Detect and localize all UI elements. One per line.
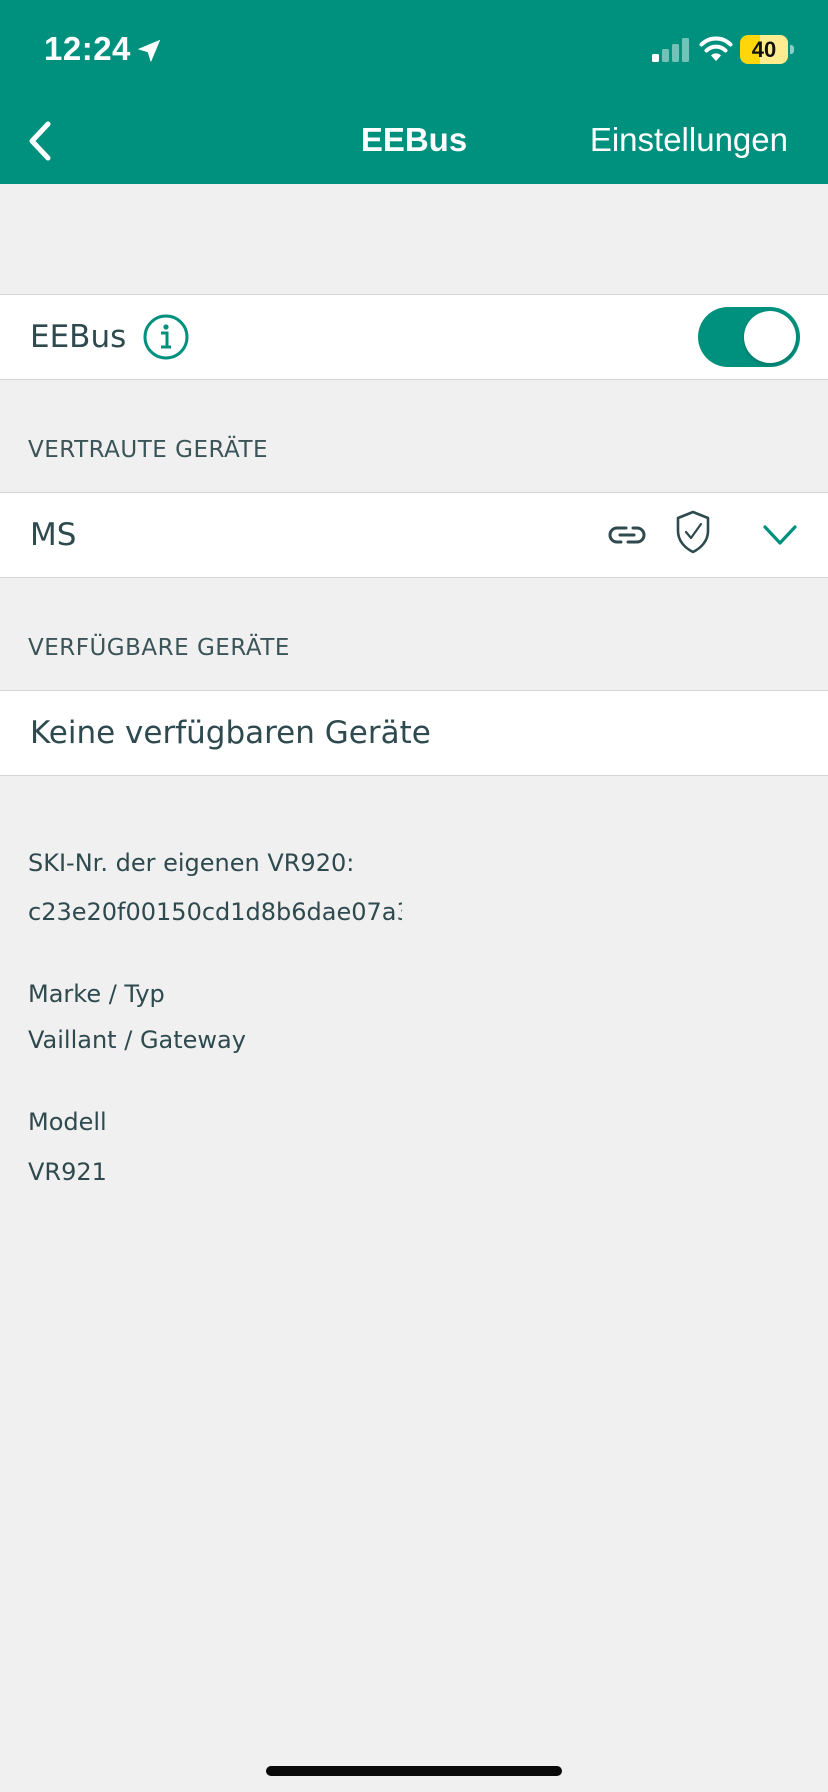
shield-check-icon[interactable] <box>674 509 712 555</box>
battery-cap <box>790 45 794 54</box>
app-header: 12:24 40 EEBus Einstellungen <box>0 0 828 184</box>
available-devices-header: VERFÜGBARE GERÄTE <box>28 635 290 661</box>
trusted-device-row[interactable]: MS <box>0 492 828 578</box>
chevron-down-icon[interactable] <box>760 519 800 551</box>
no-devices-text: Keine verfügbaren Geräte <box>30 715 431 751</box>
eebus-toggle[interactable] <box>698 307 800 367</box>
brand-label: Marke / Typ <box>28 980 165 1008</box>
info-icon[interactable] <box>142 313 190 361</box>
trusted-devices-header: VERTRAUTE GERÄTE <box>28 437 269 463</box>
battery-icon: 40 <box>740 35 796 64</box>
ski-label: SKI-Nr. der eigenen VR920: <box>28 849 355 877</box>
back-button[interactable] <box>20 116 60 166</box>
status-time: 12:24 <box>44 30 131 67</box>
battery-body: 40 <box>740 35 788 64</box>
eebus-label: EEBus <box>30 319 127 355</box>
wifi-icon <box>699 36 733 61</box>
ski-value: c23e20f00150cd1d8b6dae07a32 <box>28 898 402 926</box>
battery-level: 40 <box>751 37 777 62</box>
page-title: EEBus <box>360 121 468 158</box>
model-label: Modell <box>28 1108 107 1136</box>
location-arrow-icon <box>137 39 161 63</box>
available-devices-row: Keine verfügbaren Geräte <box>0 690 828 776</box>
device-name: MS <box>30 517 77 553</box>
home-indicator[interactable] <box>266 1766 562 1776</box>
cellular-signal-icon <box>652 38 689 62</box>
eebus-row: EEBus <box>0 294 828 380</box>
link-icon[interactable] <box>604 517 650 553</box>
settings-button[interactable]: Einstellungen <box>590 116 788 164</box>
toggle-knob <box>744 311 796 363</box>
model-value: VR921 <box>28 1158 107 1186</box>
brand-value: Vaillant / Gateway <box>28 1026 246 1054</box>
